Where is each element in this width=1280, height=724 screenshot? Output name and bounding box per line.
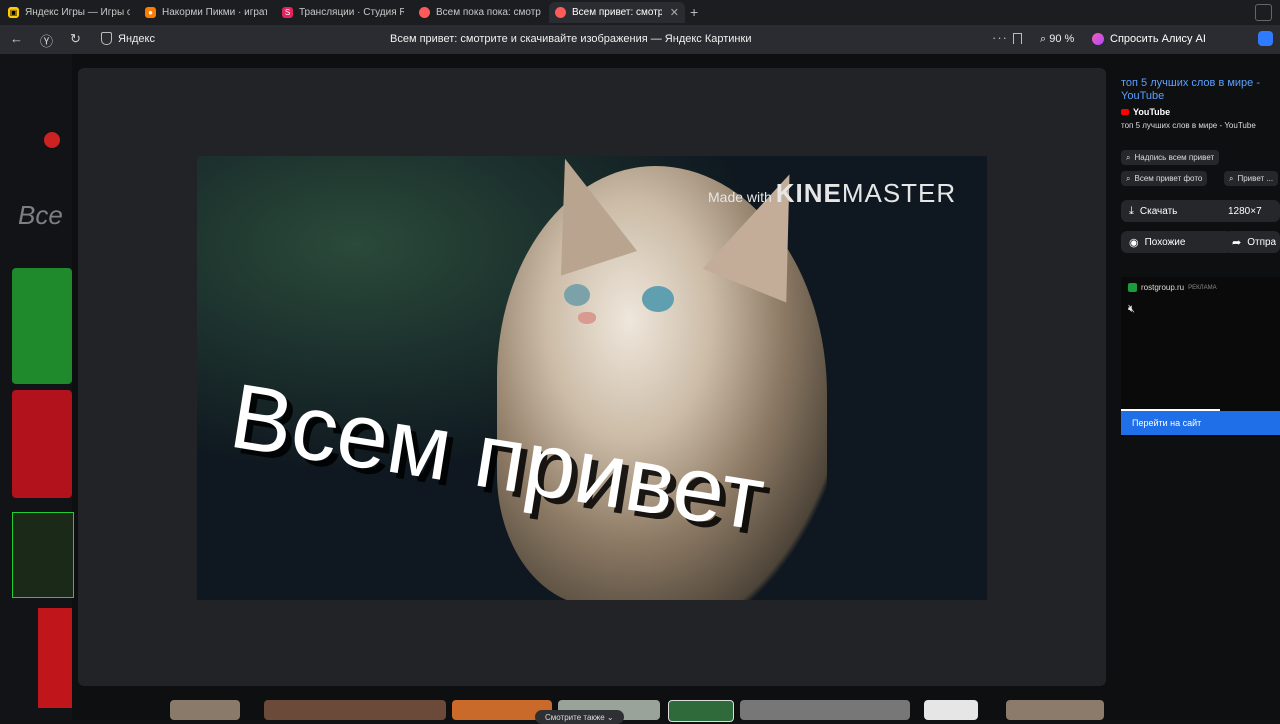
rutube-icon: S [282,7,293,18]
thumbnail[interactable] [740,700,910,720]
resolution-label: 1280×7 [1228,205,1262,217]
related-query-chip[interactable]: ⌕ Надпись всем привет [1121,150,1220,165]
source-site[interactable]: YouTube [1121,107,1170,117]
download-button[interactable]: ⤓ Скачать [1121,200,1231,222]
ad-header: rostgroup.ru РЕКЛАМА [1128,283,1217,292]
side-panel: топ 5 лучших слов в мире - YouTube YouTu… [1116,68,1280,686]
tab-vsem-poka[interactable]: Всем пока пока: смотри [419,2,541,23]
camera-icon: ◉ [1129,236,1139,249]
tabs-overview-icon[interactable] [1255,4,1272,21]
share-icon: ➦ [1232,236,1242,249]
chip-label: Всем привет фото [1134,174,1203,183]
site-name[interactable]: Яндекс [118,33,155,45]
new-tab-icon[interactable]: + [690,4,698,20]
related-query-chip[interactable]: ⌕ Привет ... [1224,171,1279,186]
shield-icon[interactable] [101,32,112,45]
ad-block[interactable]: rostgroup.ru РЕКЛАМА 🔇︎ Перейти на сайт [1121,277,1280,437]
source-site-label: YouTube [1133,107,1171,117]
zoom-level[interactable]: ⌕ 90 % [1040,33,1074,46]
tab-bar: ▣ Яндекс Игры — Игры онл ● Накорми Пикми… [0,0,1280,25]
yandex-images-icon [419,7,430,18]
kitten-eye [564,284,590,306]
share-button[interactable]: ➦ Отпра [1224,231,1280,253]
thumbnail[interactable] [1006,700,1104,720]
go-to-site-label: Перейти на сайт [1132,418,1202,428]
more-icon[interactable]: ··· [992,30,1008,45]
zoom-value: 90 % [1049,33,1075,45]
background-thumb[interactable] [38,608,72,708]
yandex-images-icon [555,7,566,18]
page-title[interactable]: Всем привет: смотрите и скачивайте изобр… [390,33,751,45]
extension-icon[interactable] [1258,31,1273,46]
see-also-button[interactable]: Смотрите также ⌄ [535,710,624,724]
mute-icon[interactable]: 🔇︎ [1128,303,1135,316]
resolution-button[interactable]: 1280×7 [1220,200,1280,222]
image-caption: Всем привет Всем привет [224,356,967,556]
download-label: Скачать [1139,205,1178,217]
watermark: Made with KINEMASTER [708,178,956,209]
chip-label: Надпись всем привет [1134,153,1215,162]
source-title-link[interactable]: топ 5 лучших слов в мире - YouTube [1121,77,1271,103]
background-thumb[interactable] [12,390,72,498]
similar-button[interactable]: ◉ Похожие [1121,231,1231,253]
search-icon: ⌕ [1126,173,1131,183]
preview-image[interactable]: Made with KINEMASTER Всем привет Всем пр… [197,156,987,600]
kitten-nose [578,312,596,324]
thumbnail[interactable] [170,700,240,720]
record-icon [44,132,60,148]
caption-text: Всем привет [227,365,771,550]
download-icon: ⤓ [1129,204,1134,217]
back-icon[interactable]: ← [10,31,23,46]
search-icon: ⌕ [1229,173,1234,183]
tab-label: Всем пока пока: смотри [436,7,541,18]
see-also-label: Смотрите также ⌄ [545,712,614,722]
background-thumb[interactable] [12,268,72,384]
tab-label: Трансляции · Студия RUT [299,7,404,18]
background-thumb[interactable] [12,512,74,598]
thumbnail[interactable] [924,700,978,720]
watermark-brand-bold: KINE [775,178,842,208]
ad-domain[interactable]: rostgroup.ru [1141,283,1184,292]
game-icon: ● [145,7,156,18]
reload-icon[interactable]: ↻ [70,31,81,47]
tab-rutube[interactable]: S Трансляции · Студия RUT [282,2,404,23]
yandex-logo-icon[interactable]: Ⓨ [40,31,53,50]
watermark-brand: MASTER [841,178,957,208]
ask-alice-button[interactable]: Спросить Алису AI [1092,29,1206,49]
yandex-games-icon: ▣ [8,7,19,18]
youtube-icon [1121,109,1129,115]
address-bar: ← Ⓨ ↻ Яндекс Всем привет: смотрите и ска… [0,25,1280,54]
watermark-prefix: Made with [708,189,772,205]
similar-label: Похожие [1144,236,1186,248]
kitten-eye [642,286,674,312]
share-label: Отпра [1247,236,1277,248]
chip-label: Привет ... [1237,174,1274,183]
ad-tag: РЕКЛАМА [1188,284,1217,291]
alice-label: Спросить Алису AI [1110,33,1206,45]
tab-yandex-games[interactable]: ▣ Яндекс Игры — Игры онл [8,2,130,23]
close-icon[interactable]: ✕ [670,6,679,19]
source-description: топ 5 лучших слов в мире - YouTube [1121,121,1256,130]
thumbnail[interactable] [264,700,446,720]
tab-label: Всем привет: смотри [572,7,662,18]
ad-site-icon [1128,283,1137,292]
alice-icon [1092,33,1104,45]
background-results: Все [0,54,74,720]
thumbnail[interactable] [668,700,734,722]
tab-label: Накорми Пикми · играть [162,7,267,18]
tab-label: Яндекс Игры — Игры онл [25,7,130,18]
background-text: Все [18,200,63,230]
tab-pikmi[interactable]: ● Накорми Пикми · играть [145,2,267,23]
tab-vsem-privet[interactable]: Всем привет: смотри ✕ [549,2,685,23]
search-icon: ⌕ [1126,152,1131,162]
bookmark-icon[interactable] [1013,33,1022,44]
go-to-site-button[interactable]: Перейти на сайт [1121,411,1280,435]
related-query-chip[interactable]: ⌕ Всем привет фото [1121,171,1208,186]
